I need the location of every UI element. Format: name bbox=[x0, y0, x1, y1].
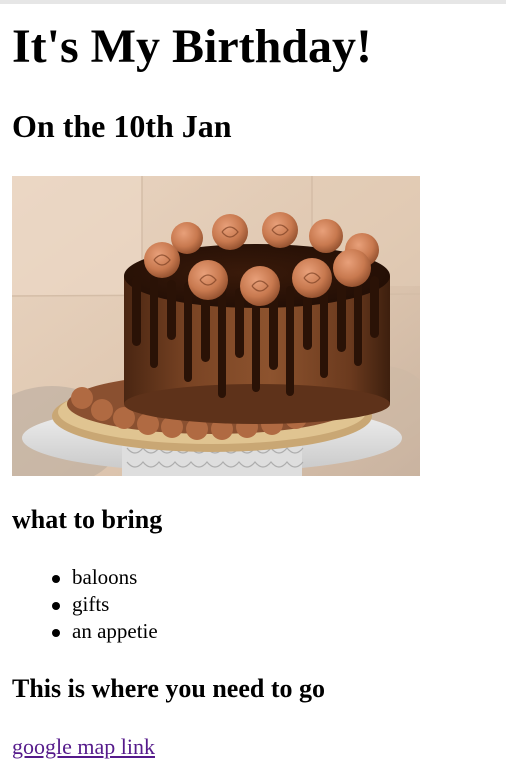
list-item-label: gifts bbox=[72, 592, 110, 616]
list-item-label: an appetie bbox=[72, 619, 158, 643]
list-item: gifts bbox=[52, 591, 158, 618]
what-to-bring-heading: what to bring bbox=[12, 505, 163, 534]
list-item: an appetie bbox=[52, 618, 158, 645]
page-title: It's My Birthday! bbox=[12, 20, 372, 73]
bullet-icon bbox=[52, 575, 60, 583]
google-map-link[interactable]: google map link bbox=[12, 733, 155, 761]
bullet-icon bbox=[52, 629, 60, 637]
cake-photo bbox=[12, 176, 420, 476]
bullet-icon bbox=[52, 602, 60, 610]
list-item: baloons bbox=[52, 564, 158, 591]
directions-heading: This is where you need to go bbox=[12, 674, 325, 703]
top-divider bbox=[0, 0, 506, 4]
page-subtitle: On the 10th Jan bbox=[12, 108, 232, 144]
bring-list: baloons gifts an appetie bbox=[12, 564, 158, 645]
list-item-label: baloons bbox=[72, 565, 138, 589]
